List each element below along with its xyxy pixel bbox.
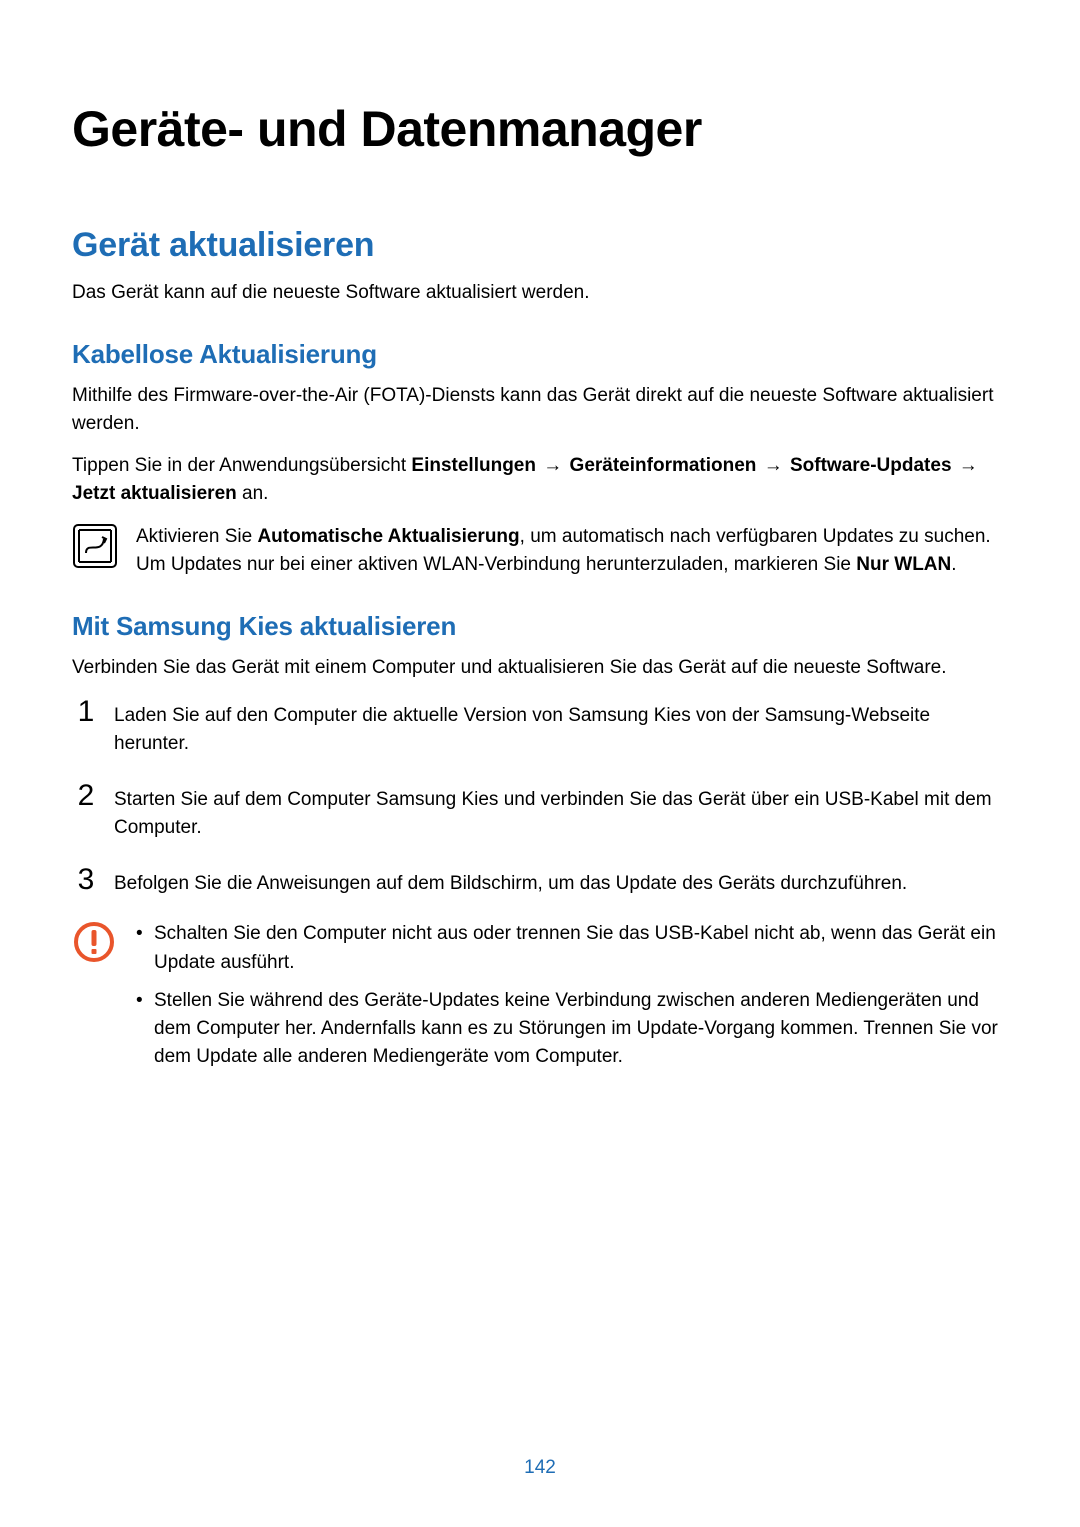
list-item: 3 Befolgen Sie die Anweisungen auf dem B… [72, 864, 1008, 898]
document-page: Geräte- und Datenmanager Gerät aktualisi… [0, 0, 1080, 1527]
section-heading: Gerät aktualisieren [72, 226, 1008, 265]
note-icon [72, 523, 118, 569]
subsection-heading: Kabellose Aktualisierung [72, 339, 1008, 370]
caution-icon [72, 920, 116, 964]
body-text: Verbinden Sie das Gerät mit einem Comput… [72, 654, 1008, 682]
menu-path-item: Einstellungen [411, 455, 536, 476]
page-number: 142 [0, 1457, 1080, 1479]
menu-path-item: Jetzt aktualisieren [72, 483, 237, 504]
text-run: Aktivieren Sie [136, 526, 257, 547]
ui-label: Nur WLAN [856, 554, 951, 575]
step-number: 3 [72, 864, 100, 896]
list-item: Schalten Sie den Computer nicht aus oder… [134, 920, 1008, 976]
arrow-icon: → [538, 455, 568, 476]
arrow-icon: → [954, 455, 978, 476]
text-run: an. [237, 483, 269, 504]
step-body: Befolgen Sie die Anweisungen auf dem Bil… [114, 864, 1008, 898]
body-text: Tippen Sie in der Anwendungsübersicht Ei… [72, 452, 1008, 508]
menu-path-item: Geräteinformationen [570, 455, 757, 476]
list-item: 1 Laden Sie auf den Computer die aktuell… [72, 696, 1008, 758]
step-number: 1 [72, 696, 100, 728]
list-item: 2 Starten Sie auf dem Computer Samsung K… [72, 780, 1008, 842]
text-run: . [951, 554, 956, 575]
menu-path-item: Software-Updates [790, 455, 952, 476]
text-run: Tippen Sie in der Anwendungsübersicht [72, 455, 411, 476]
list-item: Stellen Sie während des Geräte-Updates k… [134, 987, 1008, 1071]
page-title: Geräte- und Datenmanager [72, 100, 1008, 158]
arrow-icon: → [758, 455, 788, 476]
subsection-heading: Mit Samsung Kies aktualisieren [72, 611, 1008, 642]
step-list: 1 Laden Sie auf den Computer die aktuell… [72, 696, 1008, 899]
caution-list: Schalten Sie den Computer nicht aus oder… [134, 920, 1008, 1081]
note-body: Aktivieren Sie Automatische Aktualisieru… [136, 523, 1008, 579]
ui-label: Automatische Aktualisierung [257, 526, 519, 547]
caution-block: Schalten Sie den Computer nicht aus oder… [72, 920, 1008, 1081]
note-block: Aktivieren Sie Automatische Aktualisieru… [72, 523, 1008, 579]
step-body: Starten Sie auf dem Computer Samsung Kie… [114, 780, 1008, 842]
body-text: Mithilfe des Firmware-over-the-Air (FOTA… [72, 382, 1008, 438]
step-body: Laden Sie auf den Computer die aktuelle … [114, 696, 1008, 758]
section-intro: Das Gerät kann auf die neueste Software … [72, 279, 1008, 307]
step-number: 2 [72, 780, 100, 812]
